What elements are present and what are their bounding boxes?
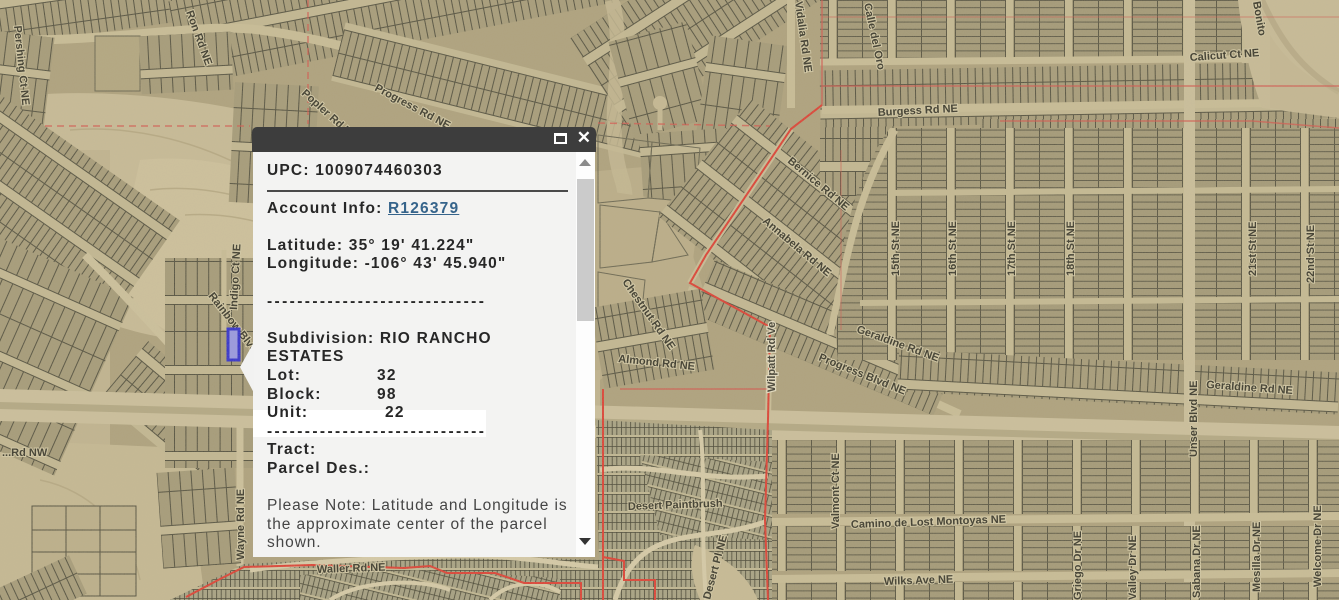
svg-text:Welcome Dr NE: Welcome Dr NE	[1312, 505, 1324, 587]
svg-text:Valley Dr NE: Valley Dr NE	[1127, 535, 1139, 600]
svg-text:Wilks Ave NE: Wilks Ave NE	[884, 574, 954, 588]
svg-text:Waller Rd NE: Waller Rd NE	[317, 562, 386, 576]
svg-text:18th St NE: 18th St NE	[1065, 221, 1077, 276]
svg-text:16th St NE: 16th St NE	[947, 221, 959, 276]
svg-text:21st St NE: 21st St NE	[1247, 222, 1259, 276]
svg-text:Unser Blvd NE: Unser Blvd NE	[1188, 381, 1200, 457]
svg-text:Griego Dr NE: Griego Dr NE	[1072, 531, 1084, 600]
svg-text:Mesilla Dr NE: Mesilla Dr NE	[1251, 522, 1263, 592]
svg-text:22nd St NE: 22nd St NE	[1305, 225, 1317, 283]
svg-text:...Rd NW: ...Rd NW	[2, 447, 48, 459]
svg-text:17th St NE: 17th St NE	[1006, 221, 1018, 276]
svg-text:Valmont Ct NE: Valmont Ct NE	[830, 453, 842, 529]
svg-text:Sabana Dr NE: Sabana Dr NE	[1191, 525, 1203, 598]
svg-text:15th St NE: 15th St NE	[890, 221, 902, 276]
svg-text:Wilpatt Rd Ve: Wilpatt Rd Ve	[766, 322, 778, 392]
svg-text:Wayne Rd NE: Wayne Rd NE	[235, 489, 247, 560]
